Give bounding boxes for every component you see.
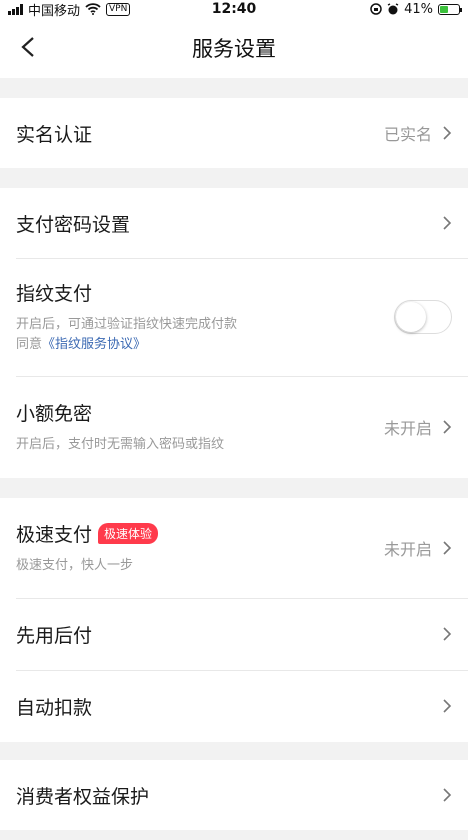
rotation-lock-icon bbox=[370, 3, 382, 15]
nav-bar: 服务设置 bbox=[0, 18, 468, 78]
real-name-row[interactable]: 实名认证 已实名 bbox=[0, 98, 468, 168]
pay-later-label: 先用后付 bbox=[16, 624, 93, 647]
section-divider bbox=[0, 742, 468, 760]
fingerprint-desc: 开启后，可通过验证指纹快速完成付款 bbox=[16, 317, 238, 332]
identity-group: 实名认证 已实名 bbox=[0, 98, 468, 168]
fast-pay-desc: 极速支付，快人一步 bbox=[16, 558, 134, 573]
page-title: 服务设置 bbox=[192, 37, 276, 61]
status-time: 12:40 bbox=[211, 1, 257, 17]
payment-security-group: 支付密码设置 指纹支付 开启后，可通过验证指纹快速完成付款 同意《指纹服务协议》… bbox=[0, 188, 468, 478]
battery-percent: 41% bbox=[404, 1, 433, 17]
fingerprint-agreement-link[interactable]: 《指纹服务协议》 bbox=[42, 337, 146, 352]
real-name-status: 已实名 bbox=[383, 125, 432, 144]
chevron-right-icon bbox=[443, 541, 452, 555]
real-name-label: 实名认证 bbox=[16, 123, 93, 146]
small-free-status: 未开启 bbox=[383, 419, 432, 438]
small-free-label: 小额免密 bbox=[16, 403, 93, 425]
chevron-right-icon bbox=[443, 216, 452, 230]
pay-later-row[interactable]: 先用后付 bbox=[0, 598, 468, 670]
chevron-right-icon bbox=[443, 126, 452, 140]
fast-pay-status: 未开启 bbox=[383, 540, 432, 559]
fingerprint-agree-prefix: 同意 bbox=[16, 337, 43, 352]
small-free-row[interactable]: 小额免密 开启后，支付时无需输入密码或指纹 未开启 bbox=[0, 376, 468, 478]
back-arrow-icon[interactable] bbox=[18, 36, 40, 58]
pay-password-label: 支付密码设置 bbox=[16, 213, 131, 236]
alarm-icon bbox=[387, 3, 399, 15]
auto-deduct-label: 自动扣款 bbox=[16, 696, 93, 719]
chevron-right-icon bbox=[443, 420, 452, 434]
wifi-icon bbox=[85, 3, 101, 15]
signal-icon bbox=[8, 3, 23, 15]
fast-pay-badge: 极速体验 bbox=[98, 523, 159, 544]
small-free-desc: 开启后，支付时无需输入密码或指纹 bbox=[16, 437, 225, 452]
pay-mode-group: 极速支付 极速体验 极速支付，快人一步 未开启 先用后付 自动扣款 bbox=[0, 498, 468, 742]
toggle-knob bbox=[396, 302, 426, 332]
section-divider bbox=[0, 478, 468, 498]
fingerprint-label: 指纹支付 bbox=[16, 283, 93, 305]
consumer-rights-label: 消费者权益保护 bbox=[16, 785, 150, 808]
battery-icon bbox=[438, 3, 462, 15]
consumer-group: 消费者权益保护 bbox=[0, 760, 468, 830]
fingerprint-row: 指纹支付 开启后，可通过验证指纹快速完成付款 同意《指纹服务协议》 bbox=[0, 258, 468, 376]
carrier: 中国移动 bbox=[28, 3, 81, 19]
fast-pay-label: 极速支付 bbox=[16, 524, 93, 546]
status-bar: 中国移动 VPN 12:40 41% bbox=[0, 0, 468, 19]
auto-deduct-row[interactable]: 自动扣款 bbox=[0, 670, 468, 742]
fingerprint-toggle[interactable] bbox=[394, 300, 452, 334]
fast-pay-row[interactable]: 极速支付 极速体验 极速支付，快人一步 未开启 bbox=[0, 498, 468, 598]
chevron-right-icon bbox=[443, 788, 452, 802]
chevron-right-icon bbox=[443, 627, 452, 641]
section-divider bbox=[0, 78, 468, 98]
vpn-badge: VPN bbox=[106, 2, 131, 16]
consumer-rights-row[interactable]: 消费者权益保护 bbox=[0, 760, 468, 830]
chevron-right-icon bbox=[443, 699, 452, 713]
pay-password-row[interactable]: 支付密码设置 bbox=[0, 188, 468, 258]
section-divider bbox=[0, 168, 468, 188]
